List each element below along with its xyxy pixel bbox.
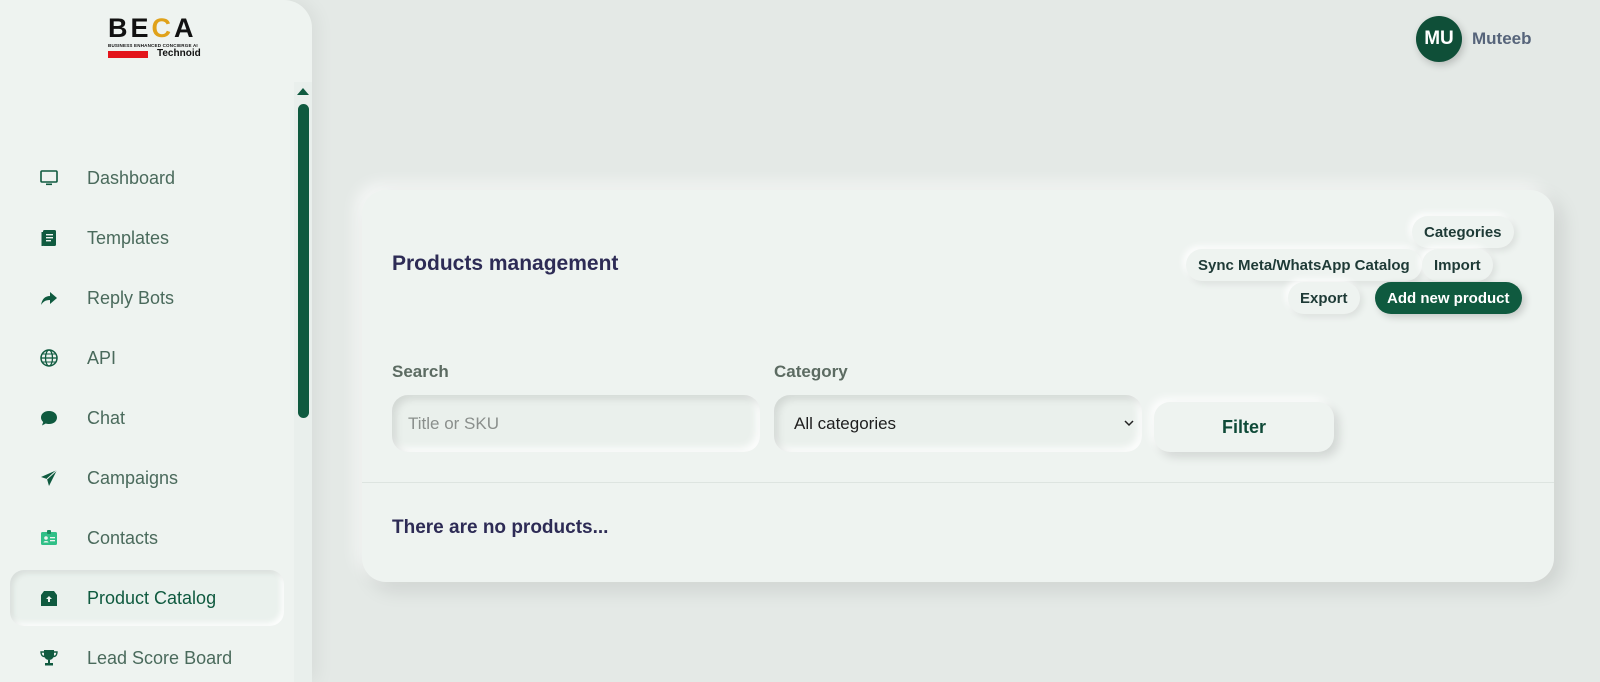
sidebar-item-contacts[interactable]: Contacts xyxy=(10,510,284,566)
search-input[interactable] xyxy=(392,395,760,452)
categories-button[interactable]: Categories xyxy=(1412,216,1514,248)
avatar[interactable]: MU xyxy=(1416,16,1462,62)
logo-wordmark: BECA xyxy=(108,13,197,43)
sidebar-item-templates[interactable]: Templates xyxy=(10,210,284,266)
trophy-icon xyxy=(38,647,60,669)
sidebar-item-reply-bots[interactable]: Reply Bots xyxy=(10,270,284,326)
sidebar-item-campaigns[interactable]: Campaigns xyxy=(10,450,284,506)
sidebar-scrollbar-thumb[interactable] xyxy=(298,104,309,418)
sidebar-item-label: Product Catalog xyxy=(87,587,217,608)
import-button[interactable]: Import xyxy=(1422,249,1493,281)
category-select[interactable]: All categories xyxy=(774,395,1142,452)
search-label: Search xyxy=(392,362,449,381)
sidebar-item-label: Reply Bots xyxy=(87,287,175,308)
paper-plane-icon xyxy=(38,467,60,489)
category-selected-value: All categories xyxy=(794,413,897,433)
sidebar-item-product-catalog[interactable]: Product Catalog xyxy=(10,570,284,626)
add-product-button[interactable]: Add new product xyxy=(1375,282,1522,314)
sidebar-item-label: Templates xyxy=(87,227,170,248)
box-icon xyxy=(38,587,60,609)
sidebar-item-lead-score-board[interactable]: Lead Score Board xyxy=(10,630,284,682)
sidebar-item-label: API xyxy=(87,347,117,368)
sync-catalog-button[interactable]: Sync Meta/WhatsApp Catalog xyxy=(1186,249,1422,281)
empty-state-message: There are no products... xyxy=(392,517,609,538)
brand-logo[interactable]: BECA BUSINESS ENHANCED CONCIERGE AI Tech… xyxy=(108,14,208,60)
sidebar-item-label: Dashboard xyxy=(87,167,176,188)
share-arrow-icon xyxy=(38,287,60,309)
products-card: Products management Categories Sync Meta… xyxy=(362,190,1554,582)
filter-button[interactable]: Filter xyxy=(1154,402,1334,452)
monitor-icon xyxy=(38,167,60,189)
export-button[interactable]: Export xyxy=(1288,282,1360,314)
sidebar-item-label: Lead Score Board xyxy=(87,647,233,668)
logo-red-bar xyxy=(108,51,148,58)
document-icon xyxy=(38,227,60,249)
category-label: Category xyxy=(774,362,848,381)
page-title: Products management xyxy=(392,252,619,275)
sidebar-item-chat[interactable]: Chat xyxy=(10,390,284,446)
scroll-up-arrow-icon[interactable] xyxy=(297,88,309,95)
user-name[interactable]: Muteeb xyxy=(1472,29,1532,49)
divider xyxy=(362,482,1554,483)
logo-subtitle: Technoid xyxy=(157,48,201,59)
chat-bubble-icon xyxy=(38,407,60,429)
contact-card-icon xyxy=(38,527,60,549)
globe-icon xyxy=(38,347,60,369)
sidebar: BECA BUSINESS ENHANCED CONCIERGE AI Tech… xyxy=(0,0,312,682)
chevron-down-icon xyxy=(1124,420,1134,427)
user-menu[interactable]: MU Muteeb xyxy=(1416,16,1532,62)
sidebar-item-label: Chat xyxy=(87,407,126,428)
sidebar-item-label: Campaigns xyxy=(87,467,179,488)
sidebar-item-label: Contacts xyxy=(87,527,159,548)
sidebar-item-dashboard[interactable]: Dashboard xyxy=(10,150,284,206)
sidebar-item-api[interactable]: API xyxy=(10,330,284,386)
